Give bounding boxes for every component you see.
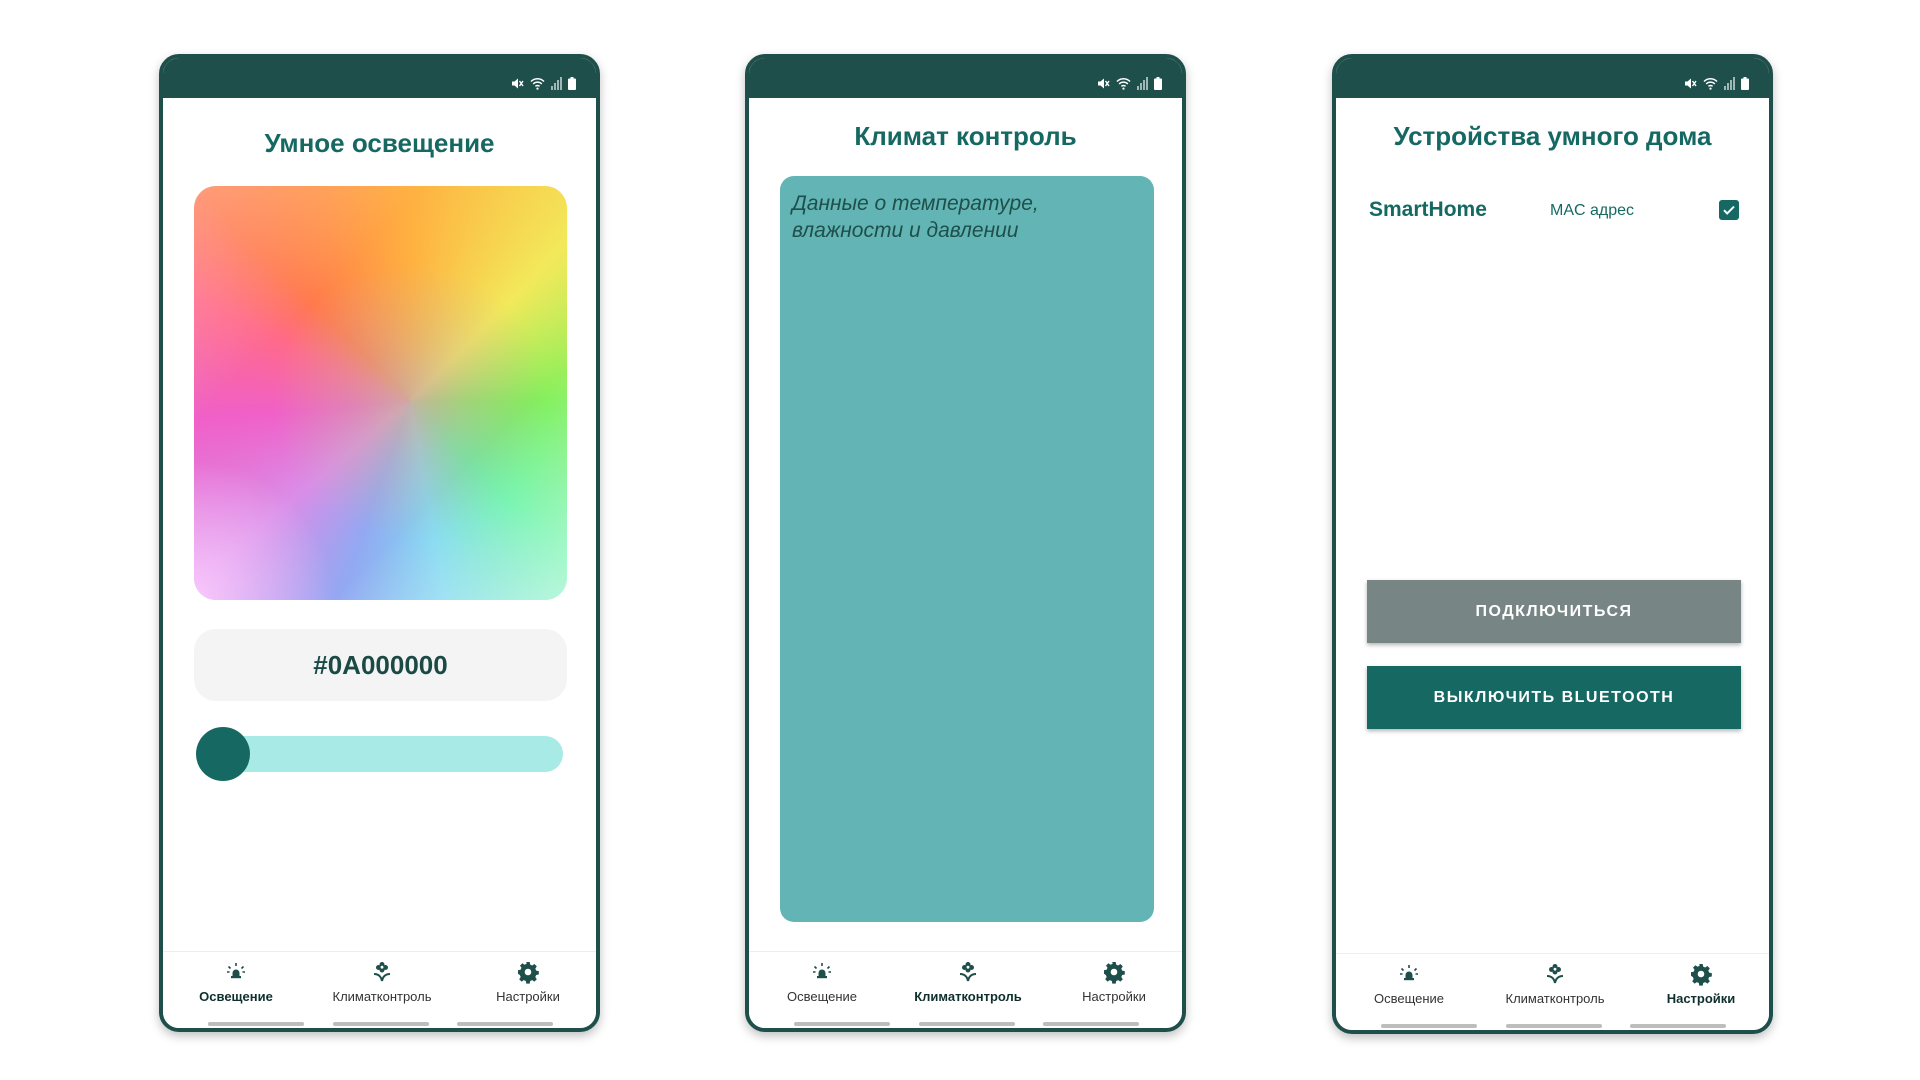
gear-icon [518, 962, 539, 984]
nav-label: Освещение [1373, 991, 1445, 1006]
page-title: Умное освещение [264, 128, 495, 158]
status-bar [749, 58, 1182, 98]
status-icons [1097, 76, 1162, 90]
gear-icon [1104, 962, 1125, 984]
nav-item-lighting[interactable]: Освещение [1336, 962, 1482, 1012]
bottom-navigation: Освещение Климатконтроль Настройки [1336, 953, 1769, 1030]
checkmark-icon [1723, 205, 1735, 215]
status-bar [163, 58, 596, 98]
slider-track[interactable] [196, 736, 563, 772]
nav-item-lighting[interactable]: Освещение [749, 960, 895, 1010]
nav-item-lighting[interactable]: Освещение [163, 960, 309, 1010]
color-picker[interactable] [194, 186, 567, 600]
gear-icon [1691, 964, 1712, 986]
status-icons [1684, 76, 1749, 90]
bottom-navigation: Освещение Климатконтроль Настройки [163, 951, 596, 1028]
flower-icon [373, 962, 391, 982]
color-corner-light [194, 186, 567, 600]
brightness-slider[interactable] [196, 727, 563, 781]
nav-label: Настройки [496, 989, 560, 1004]
device-name: SmartHome [1369, 198, 1487, 221]
climate-screen: Климат контроль Данные о температуре, вл… [745, 54, 1186, 1032]
gesture-bar [163, 1022, 596, 1026]
battery-icon [568, 77, 576, 90]
nav-item-settings[interactable]: Настройки [1041, 960, 1182, 1010]
flower-icon [959, 962, 977, 982]
nav-label: Настройки [1666, 991, 1736, 1006]
status-icons [511, 76, 576, 90]
mute-icon [512, 78, 524, 89]
nav-label: Климатконтроль [332, 989, 432, 1004]
battery-icon [1154, 77, 1162, 90]
device-checkbox[interactable] [1719, 200, 1739, 220]
disable-bluetooth-button[interactable]: ВЫКЛЮЧИТЬ BLUETOOTH [1367, 666, 1741, 729]
settings-screen: Устройства умного дома SmartHome MAC адр… [1332, 54, 1773, 1034]
bottom-navigation: Освещение Климатконтроль Настройки [749, 951, 1182, 1028]
connect-button[interactable]: ПОДКЛЮЧИТЬСЯ [1367, 580, 1741, 643]
nav-label: Освещение [786, 989, 858, 1004]
flower-icon [1546, 964, 1564, 984]
wifi-icon [1116, 77, 1131, 90]
mute-icon [1098, 78, 1110, 89]
nav-item-settings[interactable]: Настройки [1628, 962, 1769, 1012]
nav-label: Климатконтроль [1505, 991, 1605, 1006]
nav-label: Настройки [1082, 989, 1146, 1004]
bulb-icon [1400, 965, 1418, 981]
wifi-icon [530, 77, 545, 90]
page-title: Устройства умного дома [1393, 121, 1712, 151]
slider-thumb[interactable] [196, 727, 250, 781]
device-list-item[interactable]: SmartHome MAC адрес [1369, 198, 1739, 228]
signal-icon [1724, 77, 1735, 90]
nav-item-climate[interactable]: Климатконтроль [309, 960, 455, 1010]
climate-data-panel: Данные о температуре, влажности и давлен… [780, 176, 1154, 922]
nav-label: Освещение [199, 989, 273, 1004]
nav-item-climate[interactable]: Климатконтроль [895, 960, 1041, 1010]
hex-color-value: #0A000000 [194, 629, 567, 701]
bulb-icon [227, 963, 245, 979]
device-mac-address: MAC адрес [1550, 202, 1635, 219]
gesture-bar [1336, 1024, 1769, 1028]
gesture-bar [749, 1022, 1182, 1026]
signal-icon [1137, 77, 1148, 90]
lighting-screen: Умное освещение #0A000000 Освещение Клим… [159, 54, 600, 1032]
battery-icon [1741, 77, 1749, 90]
wifi-icon [1703, 77, 1718, 90]
hex-color-text: #0A000000 [313, 649, 448, 680]
nav-item-climate[interactable]: Климатконтроль [1482, 962, 1628, 1012]
status-bar [1336, 58, 1769, 98]
nav-item-settings[interactable]: Настройки [455, 960, 596, 1010]
nav-label: Климатконтроль [914, 989, 1022, 1004]
bulb-icon [813, 963, 831, 979]
climate-data-text: Данные о температуре, влажности и давлен… [792, 192, 1039, 242]
signal-icon [551, 77, 562, 90]
page-title: Климат контроль [854, 121, 1077, 151]
mute-icon [1685, 78, 1697, 89]
